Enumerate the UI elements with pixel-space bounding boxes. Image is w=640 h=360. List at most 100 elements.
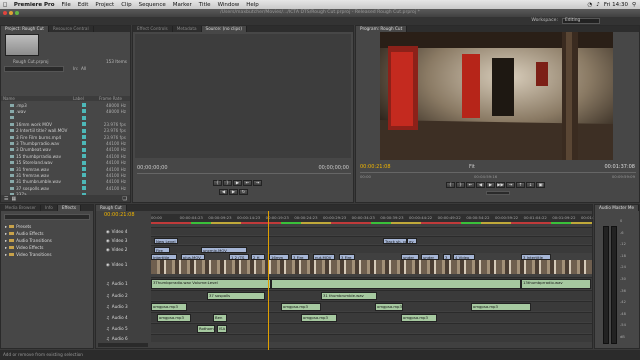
effects-item-video-effects[interactable]: ▸ Video Effects bbox=[5, 245, 43, 250]
timeline-clip[interactable]: 4 Video bbox=[453, 254, 475, 260]
track-lane-video-3[interactable]: New Level Track sh. cc ey bbox=[151, 236, 592, 244]
timeline-clip[interactable]: Fire bbox=[154, 247, 170, 253]
volume-icon[interactable]: ♪ bbox=[596, 2, 600, 8]
track-header-video-3[interactable]: ◉ Video 3 bbox=[96, 236, 151, 244]
disclosure-arrow-icon[interactable]: ▸ bbox=[5, 245, 7, 250]
speaker-icon[interactable]: ♫ bbox=[106, 304, 110, 309]
effects-search-input[interactable] bbox=[4, 214, 90, 220]
label-color-swatch[interactable] bbox=[82, 135, 86, 139]
label-color-swatch[interactable] bbox=[82, 179, 86, 184]
timeline-clip[interactable]: omgpsa.mp3 bbox=[281, 303, 321, 311]
label-color-swatch[interactable] bbox=[82, 115, 86, 120]
project-list-item[interactable]: 31 fremrae.wav 44100 Hz bbox=[1, 172, 130, 178]
timeline-clip[interactable]: omgpsa.mp3 bbox=[157, 314, 191, 322]
tab-audio-master-meters[interactable]: Audio Master Me bbox=[595, 205, 640, 211]
source-step-forward-button[interactable]: ▶ bbox=[229, 189, 238, 195]
source-mark-in-button[interactable]: { bbox=[213, 180, 222, 186]
project-list-item[interactable]: 15 Storeland.wav 44100 Hz bbox=[1, 160, 130, 166]
timeline-ruler[interactable]: 00:00 00:00:04:23 00:00:09:23 00:00:14:23 00… bbox=[151, 214, 604, 222]
timeline-clip[interactable]: ISA bbox=[217, 325, 227, 333]
program-step-forward-button[interactable]: ▶▶ bbox=[496, 182, 505, 188]
timeline-clip[interactable]: 3 bbox=[443, 254, 451, 260]
menu-marker[interactable]: Marker bbox=[169, 2, 195, 8]
workspace-dropdown[interactable]: Editing bbox=[562, 18, 600, 24]
label-color-swatch[interactable] bbox=[82, 141, 86, 146]
project-list-item[interactable]: .wav 48000 Hz bbox=[1, 108, 130, 114]
label-color-swatch[interactable] bbox=[82, 147, 86, 152]
program-lift-button[interactable]: ↑ bbox=[516, 182, 525, 188]
track-lane-video-4[interactable] bbox=[151, 227, 592, 235]
speaker-icon[interactable]: ♫ bbox=[106, 281, 110, 286]
speaker-icon[interactable]: ♫ bbox=[106, 315, 110, 320]
track-header-audio-5[interactable]: ♫ Audio 5 bbox=[96, 323, 151, 333]
timeline-clip[interactable]: New Level bbox=[154, 238, 178, 244]
source-play-button[interactable]: ▶ bbox=[233, 180, 242, 186]
wifi-icon[interactable]: ◔ bbox=[587, 2, 592, 8]
track-lane-audio-5[interactable]: Rothom ISA bbox=[151, 323, 592, 333]
timeline-timecode[interactable]: 00:00:21:08 bbox=[104, 212, 135, 218]
effects-item-presets[interactable]: ▸ Presets bbox=[5, 224, 31, 229]
zoom-window-icon[interactable] bbox=[15, 11, 19, 15]
timeline-clip[interactable]: omgpsa.mp3 bbox=[401, 314, 437, 322]
timeline-clip[interactable]: 16mm bbox=[269, 254, 289, 260]
track-header-video-4[interactable]: ◉ Video 4 bbox=[96, 227, 151, 235]
program-fit-dropdown[interactable]: Fit bbox=[469, 164, 475, 170]
source-mark-out-button[interactable]: } bbox=[223, 180, 232, 186]
project-list-item[interactable]: 2 Intertiil title? wall.MOV 23.976 fps bbox=[1, 128, 130, 134]
timeline-clip[interactable] bbox=[271, 279, 521, 289]
timeline-clip[interactable]: 1 2 (TS bbox=[229, 254, 249, 260]
menubar-clock[interactable]: Fri 14:30 bbox=[604, 2, 628, 8]
track-lane-audio-3[interactable]: omgpsa.mp3 omgpsa.mp3 omgpsa.mp3 omgpsa.… bbox=[151, 301, 592, 311]
tab-media-browser[interactable]: Media Browser bbox=[1, 205, 41, 211]
source-loop-button[interactable]: ↻ bbox=[239, 189, 248, 195]
track-lane-audio-6[interactable] bbox=[151, 334, 592, 342]
timeline-clip[interactable]: 3Thumbprradio.wav Volume:Level bbox=[151, 279, 271, 289]
menu-clip[interactable]: Clip bbox=[118, 2, 135, 8]
disclosure-arrow-icon[interactable]: ▸ bbox=[5, 252, 7, 257]
project-list-item[interactable]: .mp3 48000 Hz bbox=[1, 102, 130, 108]
track-header-audio-6[interactable]: ♫ Audio 6 bbox=[96, 334, 151, 342]
disclosure-arrow-icon[interactable]: ▸ bbox=[5, 224, 7, 229]
track-lane-audio-1[interactable]: 3Thumbprradio.wav Volume:Level 13thumbpr… bbox=[151, 277, 592, 289]
project-list-item[interactable]: 31 thumbrumble.wav 44100 Hz bbox=[1, 179, 130, 185]
timeline-clip[interactable]: 37 sospolls bbox=[207, 292, 265, 300]
effects-item-audio-effects[interactable]: ▸ Audio Effects bbox=[5, 231, 44, 236]
timeline-clip[interactable]: Rothom bbox=[197, 325, 215, 333]
timeline-clip[interactable]: under bbox=[421, 254, 439, 260]
label-color-swatch[interactable] bbox=[82, 167, 86, 171]
timeline-clip[interactable]: omgpsa.mp3 bbox=[151, 303, 187, 311]
speaker-icon[interactable]: ♫ bbox=[106, 293, 110, 298]
timeline-clip[interactable]: omgpsa.mp3 bbox=[375, 303, 403, 311]
program-scrubber[interactable] bbox=[360, 172, 636, 173]
project-list-item[interactable]: 3 Thumbprradio.wav 44100 Hz bbox=[1, 140, 130, 146]
spotlight-icon[interactable]: ⚲ bbox=[632, 2, 636, 8]
project-list-item[interactable] bbox=[1, 115, 130, 121]
apple-menu-icon[interactable]:  bbox=[0, 2, 10, 8]
program-go-to-out-button[interactable]: ⇥ bbox=[506, 182, 515, 188]
tab-sequence[interactable]: Rough Cut bbox=[96, 205, 127, 211]
timeline-clip[interactable]: under bbox=[401, 254, 419, 260]
source-insert-button[interactable]: ⇤ bbox=[243, 180, 252, 186]
track-header-video-1[interactable]: ◉ Video 1 bbox=[96, 254, 151, 274]
track-header-video-2[interactable]: ◉ Video 2 bbox=[96, 245, 151, 253]
in-filter-dropdown[interactable]: All bbox=[81, 66, 86, 71]
menu-project[interactable]: Project bbox=[92, 2, 118, 8]
timeline-clip[interactable]: omgpsa.mp3 bbox=[471, 303, 531, 311]
timeline-clip[interactable]: 3 Fire bbox=[339, 254, 355, 260]
program-go-to-in-button[interactable]: ⇤ bbox=[466, 182, 475, 188]
track-lane-audio-2[interactable]: 37 sospolls 31 thumbrumble.wav bbox=[151, 290, 592, 300]
project-list-item[interactable]: 31 fremrae.wav 44100 Hz bbox=[1, 166, 130, 172]
menu-edit[interactable]: Edit bbox=[74, 2, 92, 8]
timeline-zoom-slider[interactable] bbox=[98, 343, 148, 347]
disclosure-arrow-icon[interactable]: ▸ bbox=[5, 231, 7, 236]
menu-file[interactable]: File bbox=[58, 2, 74, 8]
timeline-clip[interactable]: Intertitle bbox=[151, 254, 177, 260]
timeline-clip[interactable]: omgpsa.mp3 bbox=[301, 314, 337, 322]
menu-title[interactable]: Title bbox=[195, 2, 214, 8]
program-export-frame-button[interactable]: ▣ bbox=[536, 182, 545, 188]
tab-source[interactable]: Source: (no clips) bbox=[201, 26, 247, 32]
col-frame-rate[interactable]: Frame Rate bbox=[99, 96, 122, 101]
track-lane-audio-4[interactable]: omgpsa.mp3 Ben omgpsa.mp3 omgpsa.mp3 bbox=[151, 312, 592, 322]
icon-view-icon[interactable]: ▦ bbox=[11, 196, 16, 202]
timeline-clip[interactable]: nut.MOV bbox=[313, 254, 335, 260]
